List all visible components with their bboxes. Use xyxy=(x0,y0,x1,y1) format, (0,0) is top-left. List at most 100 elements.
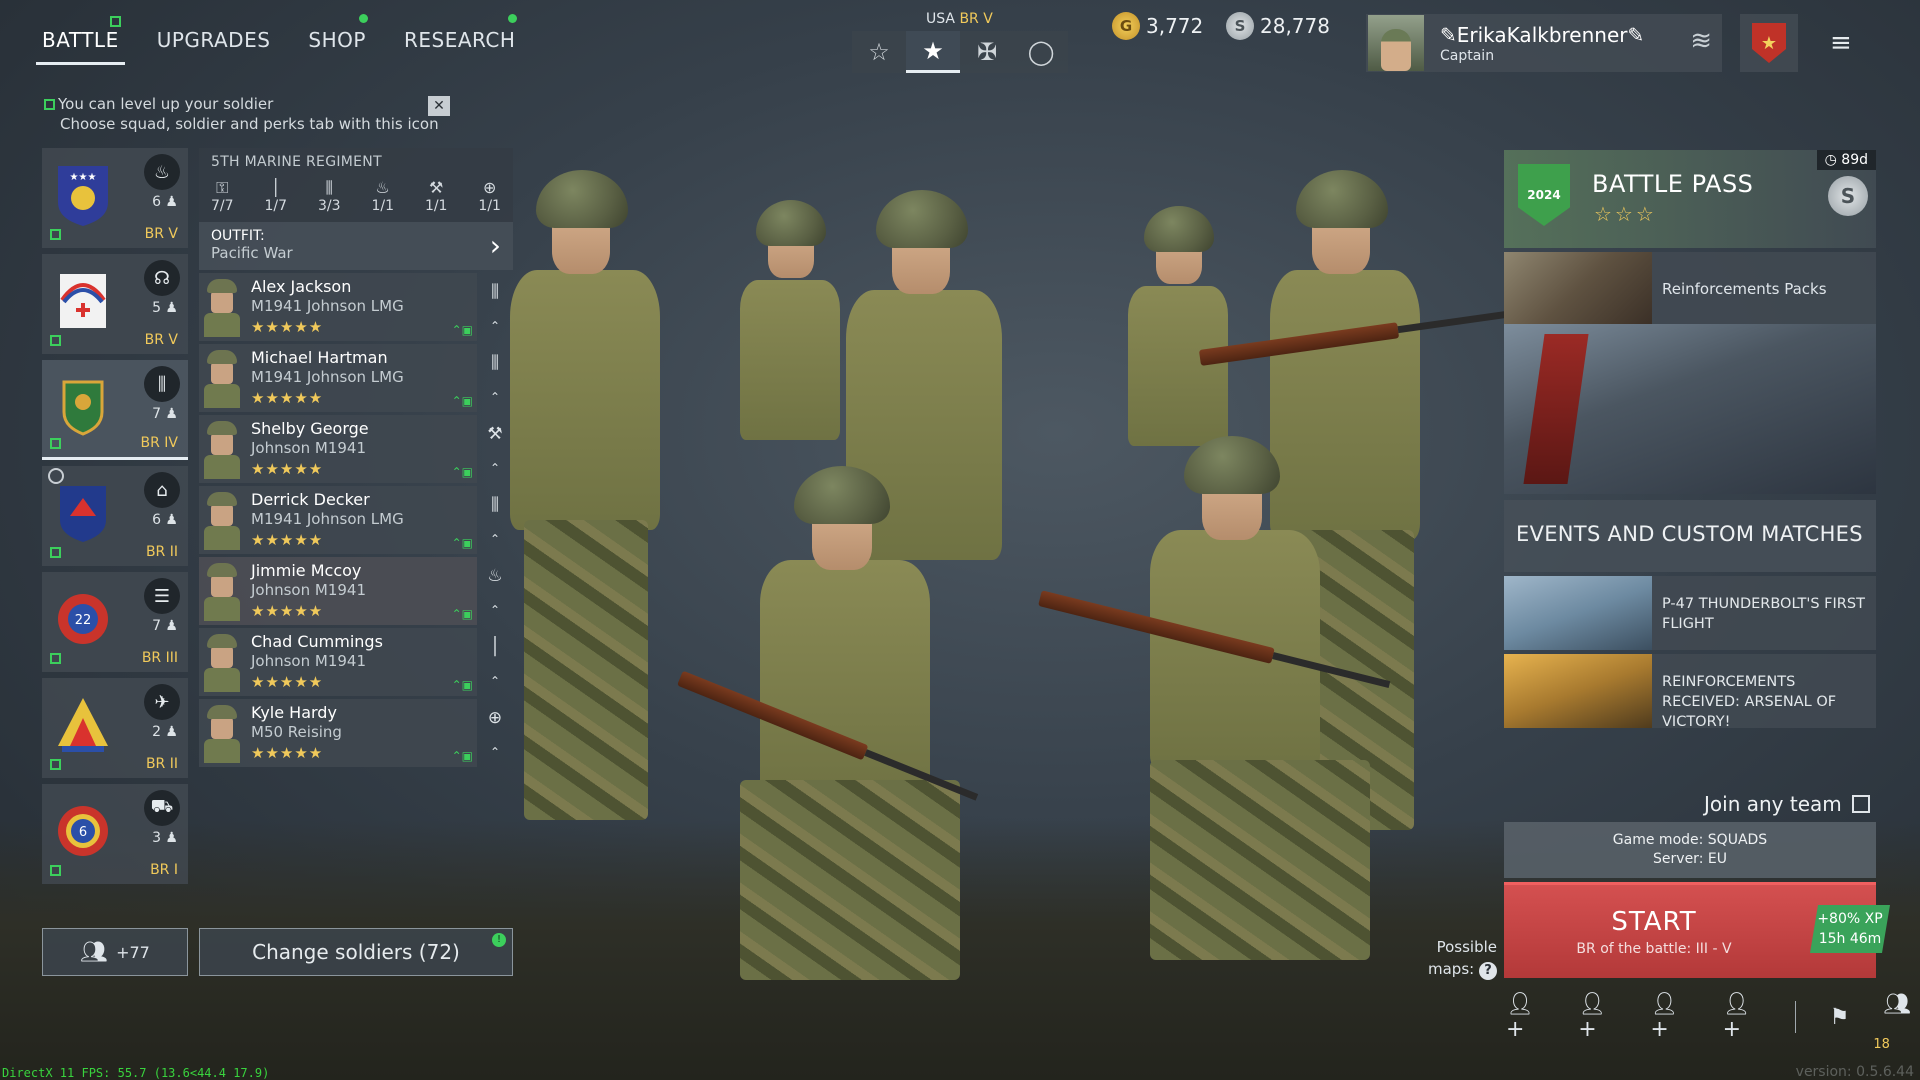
events-header[interactable]: EVENTS AND CUSTOM MATCHES xyxy=(1504,500,1876,572)
rank-chevron-icon: ⌃ xyxy=(489,460,501,475)
soldier-row[interactable]: Michael Hartman M1941 Johnson LMG ★★★★★ … xyxy=(199,344,513,412)
friends-button[interactable]: 👥︎18 xyxy=(1873,992,1920,1052)
soldier-name: Shelby George xyxy=(251,419,369,438)
outfit-selector[interactable]: OUTFIT: Pacific War › xyxy=(199,222,513,270)
soldier-portrait xyxy=(201,277,241,337)
join-any-team-checkbox[interactable] xyxy=(1851,795,1870,813)
xp-bonus-badge: +80% XP 15h 46m xyxy=(1810,905,1890,953)
level-up-icon xyxy=(50,759,61,770)
squad-card[interactable]: 22 ☰ 7 ♟ BR III xyxy=(42,572,188,672)
battle-pass-card[interactable]: 2024 BATTLE PASS ☆☆☆ ◷ 89d S xyxy=(1504,150,1876,248)
regiment-header: 5TH MARINE REGIMENT ⚿ 7/7 │ 1/7 ⫼ 3/3 ♨ 1/1 … xyxy=(199,148,513,222)
battle-pass-badge-icon: 2024 xyxy=(1518,164,1570,226)
event-item[interactable]: REINFORCEMENTS RECEIVED: ARSENAL OF VICT… xyxy=(1504,654,1876,730)
squad-br: BR II xyxy=(145,544,178,560)
squad-size: 6 ♟ xyxy=(152,512,178,528)
lock-icon: ⚿ xyxy=(216,178,229,197)
soldier-portrait xyxy=(201,419,241,479)
tab-shop[interactable]: SHOP xyxy=(308,14,368,52)
nation-label: USA BR V xyxy=(926,11,993,27)
soldier-name: Alex Jackson xyxy=(251,277,352,296)
squad-list: ★★★ ♨ 6 ♟ BR V ☊ 5 ♟ BR V ⫼ 7 ♟ BR IV ⌂ … xyxy=(42,148,188,890)
player-name: ✎ErikaKalkbrenner✎ xyxy=(1440,22,1645,47)
soldier-weapon: M50 Reising xyxy=(251,723,342,741)
level-up-indicator xyxy=(109,16,121,27)
invite-player-icon[interactable]: 👤︎+ xyxy=(1723,992,1761,1042)
divider xyxy=(1794,1001,1796,1033)
soldier-row[interactable]: Kyle Hardy M50 Reising ★★★★★ ⌃▣ ⊕ ⌃ xyxy=(199,699,513,767)
level-up-icon: ⌃▣ xyxy=(451,678,473,692)
event-item[interactable]: P-47 THUNDERBOLT'S FIRST FLIGHT xyxy=(1504,576,1876,650)
game-mode-selector[interactable]: Game mode: SQUADS Server: EU xyxy=(1504,822,1876,878)
level-up-icon xyxy=(50,865,61,876)
german-cross-icon[interactable]: ✠ xyxy=(960,31,1014,73)
squad-size: 7 ♟ xyxy=(152,406,178,422)
tab-battle[interactable]: BATTLE xyxy=(36,16,125,65)
rank-chevron-icon: ⌃ xyxy=(489,318,501,333)
circle-icon[interactable]: ◯ xyxy=(1014,31,1068,73)
promo-banner[interactable] xyxy=(1504,324,1876,494)
squad-group-icon: 👥︎ xyxy=(80,939,109,965)
soldier-row[interactable]: Alex Jackson M1941 Johnson LMG ★★★★★ ⌃▣ … xyxy=(199,273,513,341)
change-soldiers-button[interactable]: Change soldiers (72) ! xyxy=(199,928,513,976)
squad-br: BR III xyxy=(141,650,178,666)
soldier-row[interactable]: Derrick Decker M1941 Johnson LMG ★★★★★ ⌃… xyxy=(199,486,513,554)
squad-card[interactable]: ☊ 5 ♟ BR V xyxy=(42,254,188,354)
squad-card[interactable]: ⌂ 6 ♟ BR II xyxy=(42,466,188,566)
squad-br: BR II xyxy=(145,756,178,772)
level-up-icon xyxy=(50,229,61,240)
squad-management-button[interactable]: 👥︎ +77 xyxy=(42,928,188,976)
squad-card[interactable]: ✈ 2 ♟ BR II xyxy=(42,678,188,778)
level-up-icon xyxy=(50,438,61,449)
level-up-icon: ⌃▣ xyxy=(451,323,473,337)
invite-player-icon[interactable]: 👤︎+ xyxy=(1506,992,1544,1042)
squad-card[interactable]: ★★★ ♨ 6 ♟ BR V xyxy=(42,148,188,248)
paratrooper-icon: ⌂ xyxy=(144,472,180,508)
squad-emblem-icon xyxy=(58,698,108,752)
level-up-icon: ⌃▣ xyxy=(451,749,473,763)
ammo-icon: ⫼ xyxy=(491,352,499,373)
level-up-icon: ⌃▣ xyxy=(451,465,473,479)
squad-card[interactable]: 6 ⛟ 3 ♟ BR I xyxy=(42,784,188,884)
join-any-team-toggle[interactable]: Join any team xyxy=(1704,792,1870,816)
silver-balance[interactable]: S 28,778 xyxy=(1226,12,1330,40)
soldier-row[interactable]: Shelby George Johnson M1941 ★★★★★ ⌃▣ ⚒ ⌃ xyxy=(199,415,513,483)
star-outline-icon[interactable]: ☆ xyxy=(852,31,906,73)
soldier-portrait xyxy=(201,561,241,621)
squad-br: BR V xyxy=(144,226,178,242)
level-up-icon: ⌃▣ xyxy=(451,536,473,550)
achievements-button[interactable]: ★ xyxy=(1740,14,1798,72)
soldier-row[interactable]: Chad Cummings Johnson M1941 ★★★★★ ⌃▣ │ ⌃ xyxy=(199,628,513,696)
squad-br: BR I xyxy=(150,862,178,878)
soldier-stars: ★★★★★ xyxy=(251,673,324,691)
start-battle-button[interactable]: START BR of the battle: III - V +80% XP 1… xyxy=(1504,882,1890,978)
soldier-stars: ★★★★★ xyxy=(251,744,324,762)
soldier-stars: ★★★★★ xyxy=(251,318,324,336)
reinforcements-packs-card[interactable]: Reinforcements Packs xyxy=(1504,252,1876,324)
campaign-selector: ☆ ★ ✠ ◯ xyxy=(852,31,1068,73)
soldier-row[interactable]: Jimmie Mccoy Johnson M1941 ★★★★★ ⌃▣ ♨ ⌃ xyxy=(199,557,513,625)
hint-close-button[interactable]: ✕ xyxy=(428,96,450,116)
tab-upgrades[interactable]: UPGRADES xyxy=(157,28,271,52)
p47-thumbnail xyxy=(1504,576,1652,650)
flag-icon[interactable]: ⚑ xyxy=(1830,1005,1850,1030)
level-up-icon: ⌃▣ xyxy=(451,394,473,408)
hamburger-menu-icon[interactable]: ≡ xyxy=(1830,28,1852,58)
gold-balance[interactable]: G 3,772 xyxy=(1112,12,1203,40)
soldier-weapon: Johnson M1941 xyxy=(251,581,366,599)
help-icon[interactable]: ? xyxy=(1478,962,1497,980)
squad-size: 5 ♟ xyxy=(152,300,178,316)
tab-research[interactable]: RESEARCH xyxy=(404,14,518,52)
player-profile[interactable]: ✎ErikaKalkbrenner✎ Captain ≋ xyxy=(1366,14,1722,72)
usa-roundel-icon[interactable]: ★ xyxy=(906,31,960,73)
svg-text:6: 6 xyxy=(79,825,87,840)
squad-emblem-icon xyxy=(62,380,104,436)
soldier-stars: ★★★★★ xyxy=(251,531,324,549)
squad-card-selected[interactable]: ⫼ 7 ♟ BR IV xyxy=(42,360,188,460)
soldier-portrait xyxy=(201,348,241,408)
squad-br: BR V xyxy=(144,332,178,348)
ammo-icon: ⫼ xyxy=(325,178,333,197)
invite-player-icon[interactable]: 👤︎+ xyxy=(1650,992,1688,1042)
invite-player-icon[interactable]: 👤︎+ xyxy=(1578,992,1616,1042)
possible-maps-info[interactable]: Possible maps: ? xyxy=(1428,936,1497,980)
